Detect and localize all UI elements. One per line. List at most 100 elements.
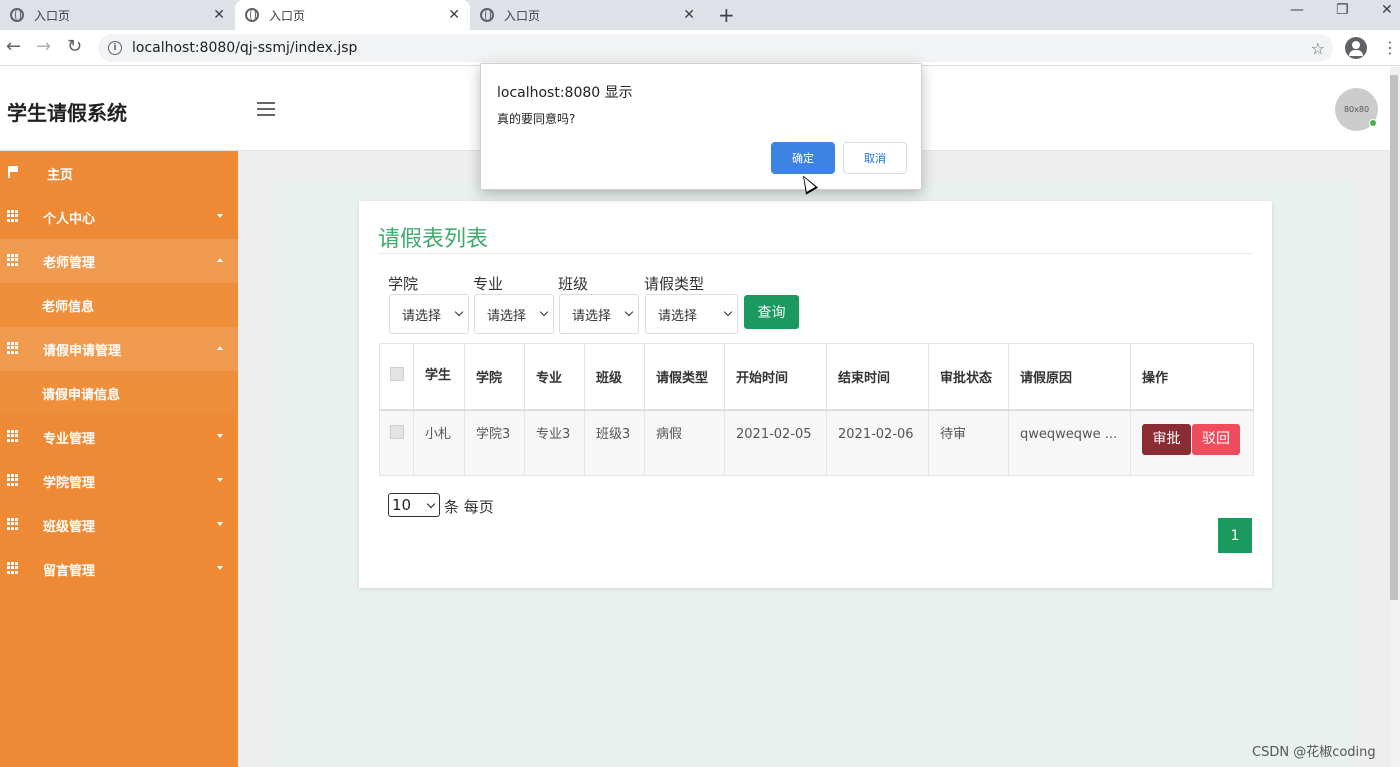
sidebar-item-label: 老师信息 (42, 299, 95, 315)
url-field[interactable]: i localhost:8080/qj-ssmj/index.jsp ☆ (98, 34, 1333, 62)
table-row: 小札 学院3 专业3 班级3 病假 2021-02-05 2021-02-06 … (379, 409, 1254, 476)
menu-icon[interactable]: ⋮ (1382, 38, 1398, 57)
filter-label-major: 专业 (473, 275, 504, 293)
close-icon[interactable]: ✕ (448, 7, 460, 23)
chevron-down-icon (426, 499, 436, 509)
grid-icon (7, 518, 19, 530)
page-size-select[interactable]: 10 (388, 493, 440, 517)
filter-label-college: 学院 (388, 275, 419, 293)
select-value: 请选择 (658, 308, 698, 324)
cancel-button[interactable]: 取消 (843, 142, 907, 174)
column-header: 操作 (1130, 343, 1254, 411)
grid-icon (7, 210, 19, 222)
cell-major: 专业3 (524, 409, 585, 476)
sidebar-item-class-management[interactable]: 班级管理 (0, 503, 238, 547)
tab-title: 入口页 (34, 8, 71, 23)
brand-title: 学生请假系统 (7, 101, 127, 125)
sidebar-item-profile[interactable]: 个人中心 (0, 195, 238, 239)
browser-tab[interactable]: 入口页 ✕ (0, 0, 235, 30)
sidebar-item-college-management[interactable]: 学院管理 (0, 459, 238, 503)
approve-button[interactable]: 审批 (1142, 423, 1191, 455)
class-select[interactable]: 请选择 (559, 294, 639, 334)
sidebar-item-label: 请假申请管理 (43, 343, 122, 359)
college-select[interactable]: 请选择 (389, 294, 469, 334)
divider (378, 253, 1253, 254)
leave-table: 学生 学院 专业 班级 请假类型 开始时间 结束时间 审批状态 请假原因 操作 … (379, 343, 1254, 476)
column-header: 学院 (464, 343, 525, 411)
forward-icon[interactable]: → (36, 36, 51, 57)
leave-list-card: 请假表列表 学院 专业 班级 请假类型 请选择 请选择 请选择 请选择 查询 学… (359, 201, 1272, 588)
sidebar-item-home[interactable]: 主页 (0, 151, 238, 195)
sidebar-item-message-management[interactable]: 留言管理 (0, 547, 238, 591)
page-size-label: 条 每页 (444, 498, 494, 516)
scrollbar-thumb[interactable] (1390, 75, 1398, 600)
close-icon[interactable]: ✕ (213, 7, 225, 23)
hamburger-icon[interactable] (257, 102, 275, 116)
sidebar-item-label: 班级管理 (43, 519, 96, 535)
column-header: 请假类型 (644, 343, 725, 411)
globe-icon (245, 8, 259, 22)
chevron-down-icon (723, 307, 733, 317)
grid-icon (7, 562, 19, 574)
close-window-icon[interactable]: ✕ (1381, 2, 1393, 18)
major-select[interactable]: 请选择 (474, 294, 554, 334)
chevron-up-icon (217, 258, 223, 262)
watermark: CSDN @花椒coding (1252, 745, 1376, 760)
select-value: 10 (392, 496, 412, 514)
reject-button[interactable]: 驳回 (1192, 423, 1240, 455)
page-scrollbar[interactable] (1390, 67, 1400, 767)
chevron-down-icon (217, 478, 223, 482)
filter-label-leave-type: 请假类型 (644, 275, 705, 293)
chevron-down-icon (454, 307, 464, 317)
column-header: 开始时间 (724, 343, 827, 411)
url-text: localhost:8080/qj-ssmj/index.jsp (132, 40, 358, 56)
minimize-icon[interactable]: — (1290, 2, 1304, 18)
sidebar-item-leave-management[interactable]: 请假申请管理 (0, 327, 238, 371)
cell-end-time: 2021-02-06 (826, 409, 929, 476)
tab-title: 入口页 (504, 8, 541, 23)
chevron-down-icon (217, 214, 223, 218)
grid-icon (7, 342, 19, 354)
reload-icon[interactable]: ↻ (67, 36, 82, 57)
chevron-down-icon (539, 307, 549, 317)
sidebar-subitem-leave-info[interactable]: 请假申请信息 (0, 371, 238, 415)
column-header: 审批状态 (928, 343, 1009, 411)
select-all-checkbox[interactable] (390, 367, 404, 382)
profile-icon[interactable] (1345, 37, 1367, 59)
column-header: 专业 (524, 343, 585, 411)
browser-tab-bar: 入口页 ✕ 入口页 ✕ 入口页 ✕ + — ❐ ✕ (0, 0, 1400, 30)
back-icon[interactable]: ← (6, 36, 21, 57)
sidebar-subitem-teacher-info[interactable]: 老师信息 (0, 283, 238, 327)
confirm-dialog: localhost:8080 显示 真的要同意吗? 确定 取消 (480, 63, 922, 190)
sidebar-item-teacher-management[interactable]: 老师管理 (0, 239, 238, 283)
query-button[interactable]: 查询 (744, 295, 799, 329)
table-header-row: 学生 学院 专业 班级 请假类型 开始时间 结束时间 审批状态 请假原因 操作 (379, 343, 1254, 411)
star-icon[interactable]: ☆ (1311, 39, 1325, 58)
sidebar-item-label: 专业管理 (43, 431, 96, 447)
cell-college: 学院3 (464, 409, 525, 476)
cell-leave-type: 病假 (644, 409, 725, 476)
restore-icon[interactable]: ❐ (1336, 2, 1349, 18)
close-icon[interactable]: ✕ (683, 7, 695, 23)
cell-reason: qweqweqwe ... (1008, 409, 1131, 476)
select-value: 请选择 (402, 308, 442, 324)
filter-label-class: 班级 (558, 275, 589, 293)
new-tab-icon[interactable]: + (718, 3, 735, 27)
column-header: 请假原因 (1008, 343, 1131, 411)
sidebar-item-label: 请假申请信息 (42, 387, 121, 403)
sidebar-item-label: 学院管理 (43, 475, 96, 491)
leave-type-select[interactable]: 请选择 (645, 294, 738, 334)
sidebar: 主页 个人中心 老师管理 老师信息 请假申请管理 请假申请信息 专业管理 学院管… (0, 151, 238, 767)
browser-tab-active[interactable]: 入口页 ✕ (235, 0, 470, 30)
avatar[interactable]: 80x80 (1335, 88, 1378, 131)
pagination-page-1[interactable]: 1 (1218, 518, 1252, 553)
select-value: 请选择 (572, 308, 612, 324)
ok-button[interactable]: 确定 (771, 142, 835, 174)
flag-icon (7, 166, 19, 178)
sidebar-item-major-management[interactable]: 专业管理 (0, 415, 238, 459)
row-checkbox[interactable] (390, 424, 404, 439)
info-icon[interactable]: i (108, 41, 122, 55)
online-status-icon (1369, 119, 1377, 127)
chevron-down-icon (217, 522, 223, 526)
browser-tab[interactable]: 入口页 ✕ (470, 0, 705, 30)
